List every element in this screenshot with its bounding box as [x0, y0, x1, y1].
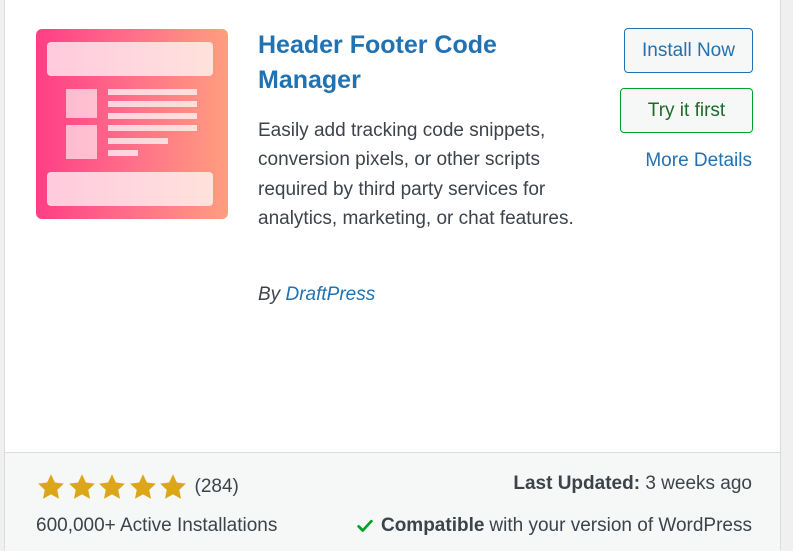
last-updated-label: Last Updated:: [513, 473, 641, 494]
last-updated-value: 3 weeks ago: [645, 473, 752, 494]
checkmark-icon: [357, 519, 373, 532]
icon-text-line: [108, 125, 197, 131]
install-now-button[interactable]: Install Now: [624, 28, 753, 73]
plugin-description: Easily add tracking code snippets, conve…: [258, 120, 574, 229]
icon-content-block: [66, 89, 97, 118]
author-prefix: By: [258, 284, 281, 305]
try-it-first-button[interactable]: Try it first: [620, 88, 753, 133]
plugin-title[interactable]: Header Footer Code Manager: [258, 28, 558, 98]
star-filled-icon: [68, 474, 95, 499]
icon-footer-bar: [47, 172, 213, 206]
icon-text-line: [108, 101, 197, 107]
more-details-link[interactable]: More Details: [645, 150, 752, 172]
plugin-card-bottom: (284) 600,000+ Active Installations Last…: [5, 452, 780, 551]
author-link[interactable]: DraftPress: [285, 284, 375, 305]
icon-text-line: [108, 89, 197, 95]
star-filled-icon: [160, 474, 186, 499]
star-filled-icon: [99, 474, 125, 499]
rating-count[interactable]: (284): [195, 476, 239, 498]
icon-text-line: [108, 150, 138, 156]
active-installs: 600,000+ Active Installations: [36, 515, 278, 536]
star-filled-icon: [38, 474, 64, 499]
plugin-author: By DraftPress: [258, 284, 375, 306]
plugin-icon[interactable]: [36, 29, 228, 219]
compatibility-status: Compatible with your version of WordPres…: [356, 515, 752, 537]
plugin-card-top: Header Footer Code Manager Easily add tr…: [5, 0, 780, 452]
icon-content-block: [66, 125, 97, 159]
last-updated: Last Updated: 3 weeks ago: [513, 473, 752, 495]
icon-text-line: [108, 138, 168, 144]
star-rating: (284): [36, 472, 239, 502]
icon-header-bar: [47, 42, 213, 76]
plugin-card: Header Footer Code Manager Easily add tr…: [4, 0, 781, 551]
compatible-text: with your version of WordPress: [489, 515, 752, 536]
icon-text-line: [108, 113, 197, 119]
compatible-label: Compatible: [380, 515, 485, 536]
star-filled-icon: [129, 474, 156, 499]
